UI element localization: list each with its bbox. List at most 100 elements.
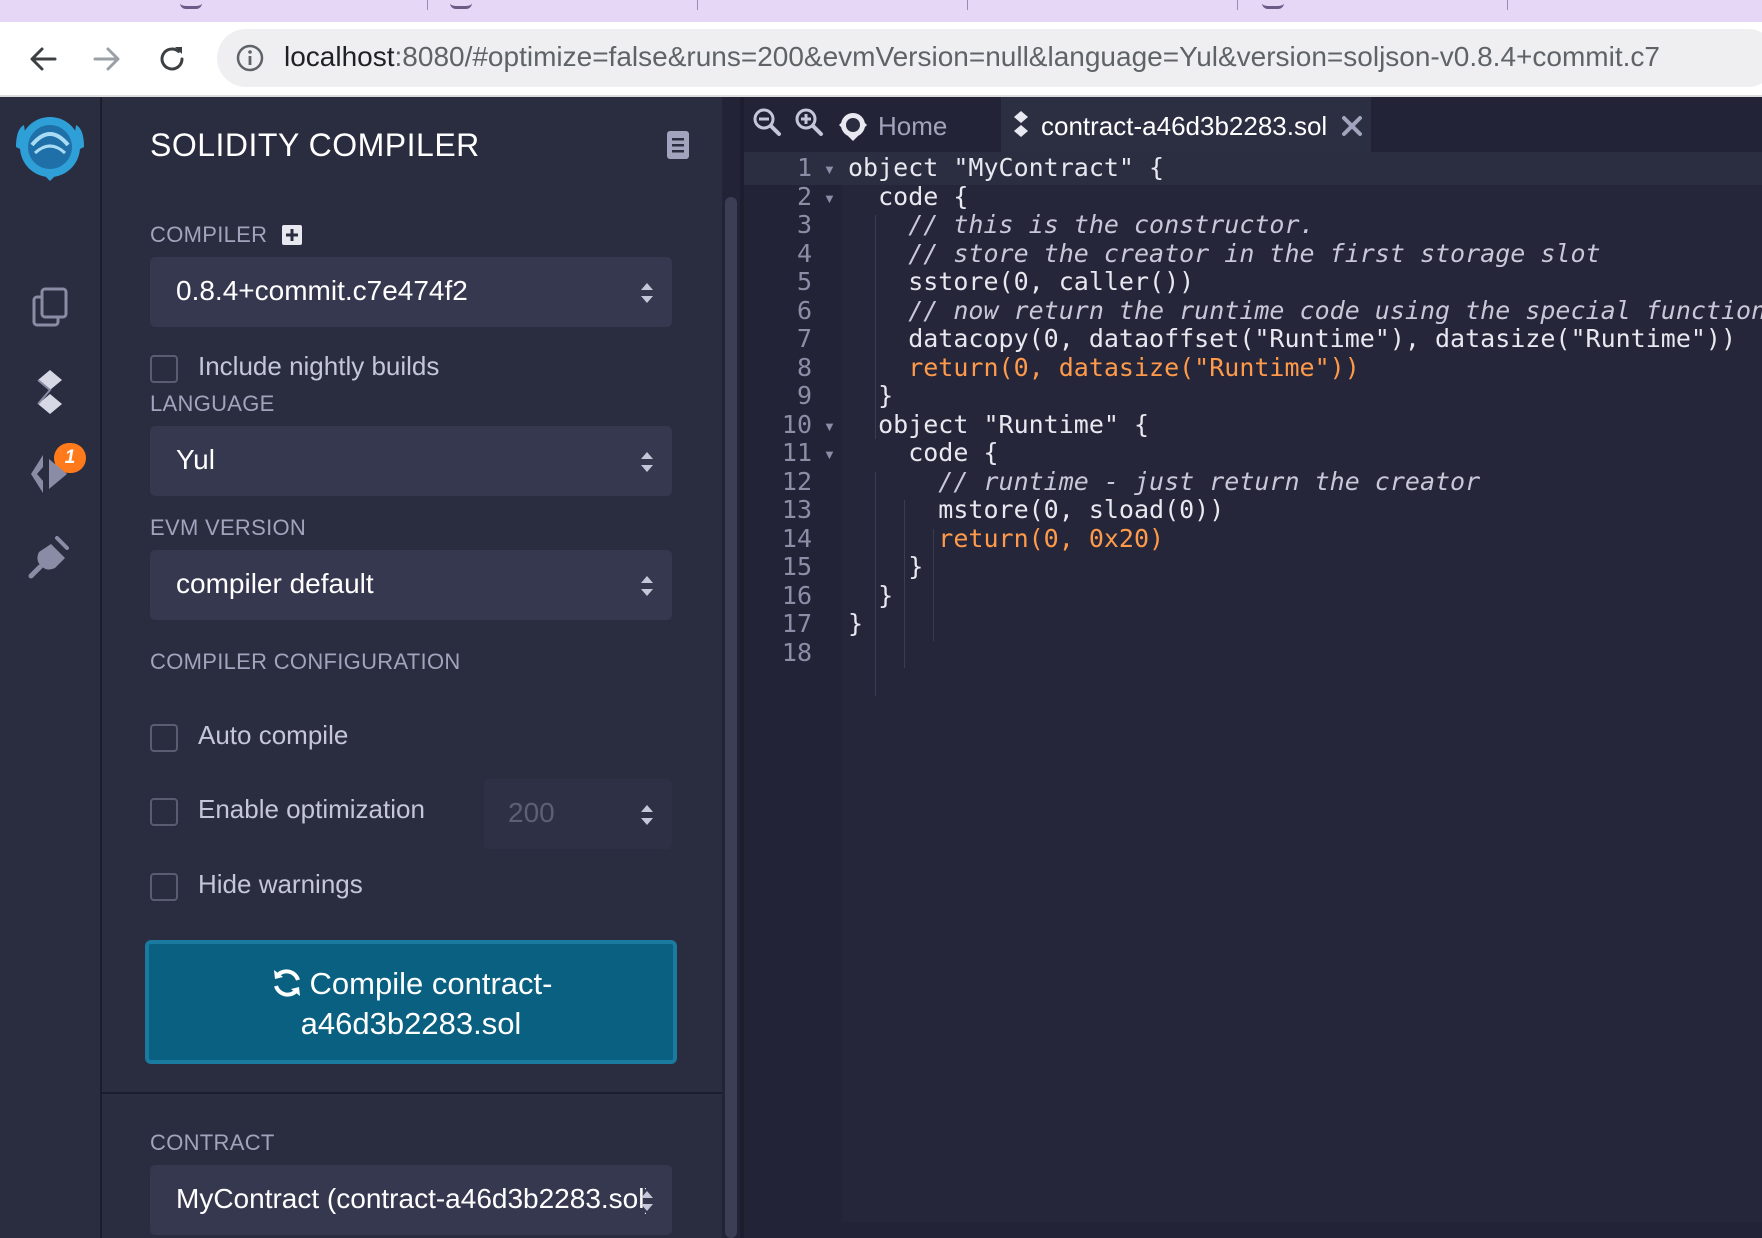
line-number: 2 [796, 182, 812, 211]
select-arrows-icon [641, 452, 653, 472]
remix-home-icon [839, 113, 867, 141]
language-select[interactable]: Yul [150, 426, 672, 496]
code-line: object "MyContract" { [848, 153, 1165, 182]
line-number: 8 [796, 353, 812, 382]
select-arrows-icon [641, 1191, 653, 1211]
files-icon [32, 287, 68, 327]
icon-rail: 1 [0, 97, 102, 1238]
line-number: 3 [796, 210, 812, 239]
tab-contract-file[interactable]: contract-a46d3b2283.sol [1001, 97, 1371, 152]
editor-area: Home contract-a46d3b2283.sol 1 2 3 4 5 6… [744, 97, 1762, 1238]
fold-arrow-icon[interactable]: ▼ [823, 191, 836, 206]
tab-home[interactable]: Home [836, 97, 991, 152]
select-arrows-icon [641, 283, 653, 303]
solidity-file-icon [1014, 111, 1028, 137]
forward-button[interactable] [86, 38, 128, 80]
line-number: 7 [796, 324, 812, 353]
auto-compile-checkbox[interactable] [150, 724, 178, 752]
code-line: sstore(0, caller()) [848, 267, 1195, 296]
contract-select[interactable]: MyContract (contract-a46d3b2283.sol) [150, 1165, 672, 1235]
code-line: return(0, datasize("Runtime")) [848, 353, 1360, 382]
fold-arrow-icon[interactable]: ▼ [823, 162, 836, 177]
evm-version-select[interactable]: compiler default [150, 550, 672, 620]
plug-icon [28, 536, 69, 579]
optimization-checkbox[interactable] [150, 798, 178, 826]
code-line: datacopy(0, dataoffset("Runtime"), datas… [848, 324, 1737, 353]
select-arrows-icon [641, 576, 653, 596]
tab-separator [967, 0, 968, 10]
remix-logo[interactable] [8, 109, 92, 193]
browser-tab-icon [180, 0, 202, 9]
nightly-builds-row: Include nightly builds [150, 351, 550, 387]
reload-icon [160, 47, 184, 71]
line-number: 1 [796, 153, 812, 182]
remix-logo-icon [16, 117, 84, 181]
solidity-compiler-button[interactable] [20, 362, 80, 422]
line-number: 11 [781, 438, 812, 467]
line-number: 6 [796, 296, 812, 325]
info-icon[interactable] [235, 43, 265, 73]
tab-separator [427, 0, 428, 10]
optimization-runs-input[interactable]: 200 [484, 779, 672, 849]
code-line: mstore(0, sload(0)) [848, 495, 1225, 524]
contract-value: MyContract (contract-a46d3b2283.sol) [176, 1183, 646, 1214]
url-path: :8080/#optimize=false&runs=200&evmVersio… [394, 41, 1660, 72]
code-line: object "Runtime" { [848, 410, 1150, 439]
arrow-right-icon [93, 47, 120, 71]
evm-version-label: EVM VERSION [150, 515, 307, 540]
contract-label: CONTRACT [150, 1130, 275, 1155]
compile-button-text-1: Compile contract- [309, 966, 553, 1001]
tab-home-label: Home [878, 111, 948, 141]
ethereum-deploy-icon [31, 455, 67, 493]
code-line: code { [848, 182, 969, 211]
documentation-icon[interactable] [666, 130, 690, 160]
stepper-arrows-icon [641, 805, 653, 825]
address-bar[interactable]: localhost:8080/#optimize=false&runs=200&… [217, 29, 1762, 87]
file-explorer-button[interactable] [20, 277, 80, 337]
solidity-icon [37, 370, 62, 414]
compiler-version-value: 0.8.4+commit.c7e474f2 [176, 275, 468, 306]
fold-arrow-icon[interactable]: ▼ [823, 447, 836, 462]
compiler-label: COMPILER [150, 222, 302, 248]
panel-divider [102, 1092, 722, 1094]
panel-scrollbar-thumb[interactable] [725, 197, 737, 1238]
compiler-label-text: COMPILER [150, 222, 268, 247]
add-compiler-icon[interactable] [281, 225, 302, 245]
evm-version-value: compiler default [176, 568, 374, 599]
panel-title: SOLIDITY COMPILER [150, 127, 480, 163]
code-line: } [848, 581, 894, 610]
line-number: 4 [796, 239, 812, 268]
code-line: } [848, 552, 924, 581]
hide-warnings-checkbox[interactable] [150, 873, 178, 901]
compiler-config-label: COMPILER CONFIGURATION [150, 649, 461, 674]
line-number: 10 [781, 410, 812, 439]
code-line: } [848, 609, 864, 638]
nightly-builds-checkbox[interactable] [150, 355, 178, 383]
plugin-manager-button[interactable] [20, 527, 80, 587]
close-icon[interactable] [1341, 115, 1363, 137]
hide-warnings-label: Hide warnings [198, 869, 363, 899]
deploy-run-button[interactable] [20, 444, 80, 504]
tab-separator [1507, 0, 1508, 10]
line-number: 18 [781, 638, 812, 667]
tab-separator [1237, 0, 1238, 10]
auto-compile-label: Auto compile [198, 720, 349, 750]
back-button[interactable] [22, 38, 64, 80]
compiler-version-select[interactable]: 0.8.4+commit.c7e474f2 [150, 257, 672, 327]
refresh-icon [273, 969, 300, 997]
auto-compile-row: Auto compile [150, 720, 550, 756]
url-text[interactable]: localhost:8080/#optimize=false&runs=200&… [284, 41, 1660, 73]
line-number: 5 [796, 267, 812, 296]
compile-button[interactable]: Compile contract- a46d3b2283.sol [145, 940, 677, 1064]
zoom-out-icon[interactable] [752, 107, 782, 137]
language-label: LANGUAGE [150, 391, 275, 416]
solidity-compiler-panel: SOLIDITY COMPILER COMPILER 0.8.4+commit.… [102, 97, 722, 1238]
panel-scrollbar[interactable] [722, 97, 740, 1238]
optimization-row: Enable optimization [150, 794, 470, 830]
reload-button[interactable] [151, 38, 193, 80]
zoom-in-icon[interactable] [794, 107, 824, 137]
optimization-label: Enable optimization [198, 794, 425, 824]
code-line: } [848, 381, 894, 410]
line-number: 13 [781, 495, 812, 524]
fold-arrow-icon[interactable]: ▼ [823, 419, 836, 434]
